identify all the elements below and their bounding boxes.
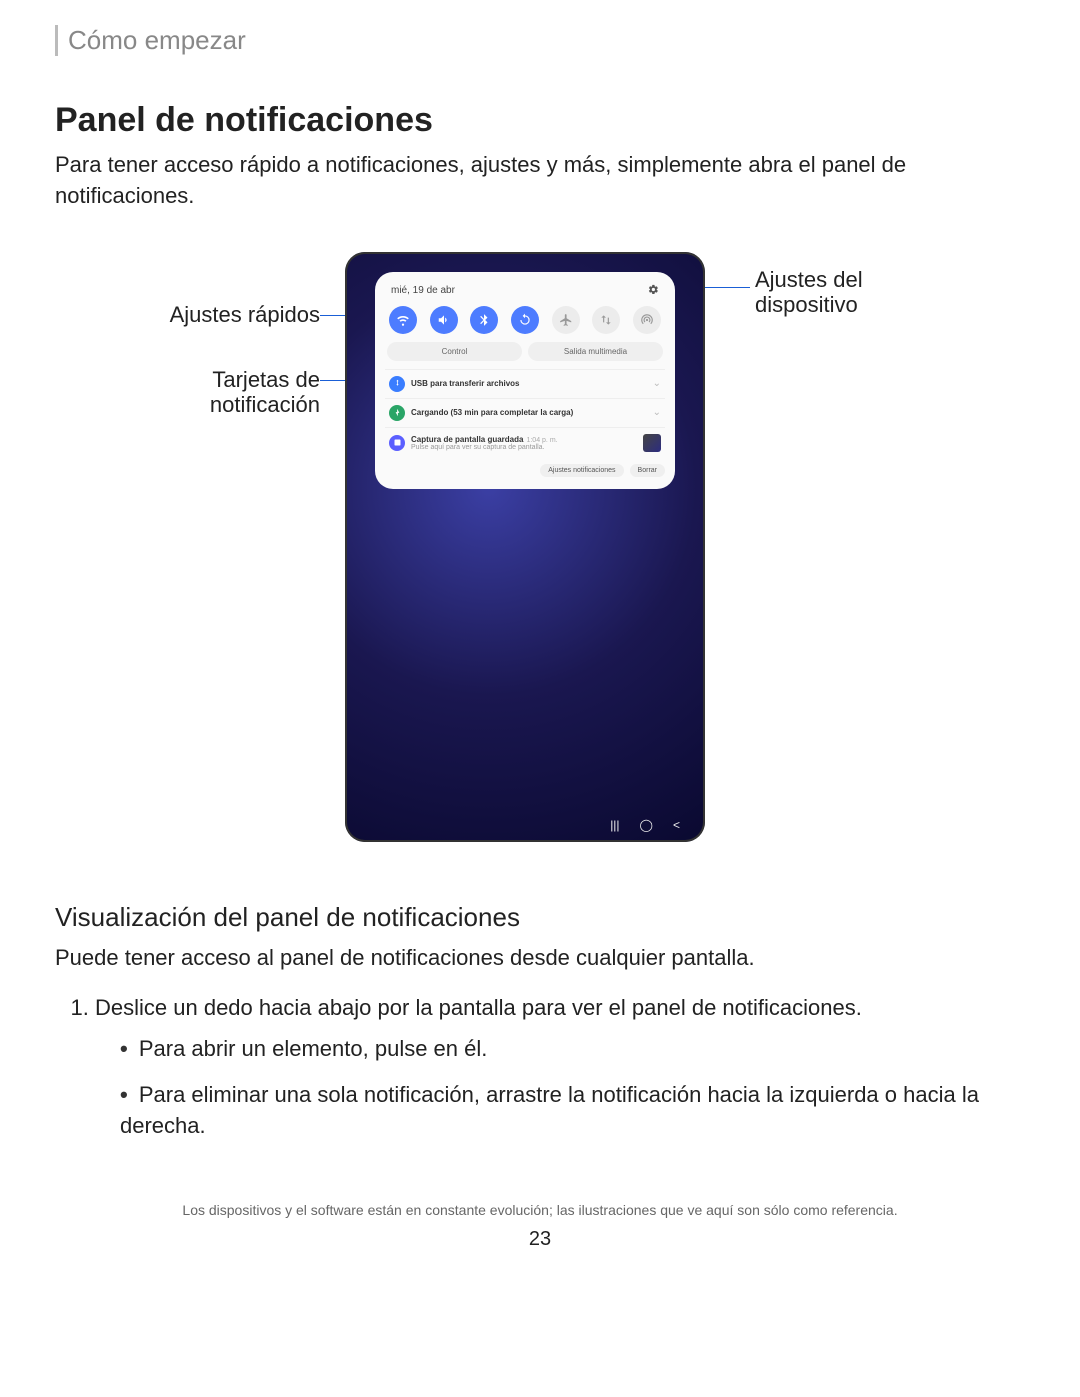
back-icon[interactable]: <: [673, 818, 680, 832]
chevron-down-icon: ⌄: [653, 378, 661, 389]
home-icon[interactable]: ◯: [640, 818, 653, 832]
notif-settings-button[interactable]: Ajustes notificaciones: [540, 464, 623, 477]
android-navbar: ||| ◯ <: [610, 818, 680, 832]
notification-card[interactable]: Cargando (53 min para completar la carga…: [385, 398, 665, 427]
instructions-list: Deslice un dedo hacia abajo por la panta…: [95, 993, 1025, 1141]
label-quick-settings: Ajustes rápidos: [110, 302, 320, 327]
wifi-icon[interactable]: [389, 306, 417, 334]
tablet-mockup: mié, 19 de abr Control Salida multimedia: [345, 252, 705, 842]
list-item: Para eliminar una sola notificación, arr…: [120, 1080, 1025, 1142]
screenshot-thumbnail: [643, 434, 661, 452]
breadcrumb: Cómo empezar: [55, 25, 1025, 56]
notification-panel: mié, 19 de abr Control Salida multimedia: [375, 272, 675, 489]
panel-date: mié, 19 de abr: [391, 285, 455, 296]
footnote: Los dispositivos y el software están en …: [55, 1202, 1025, 1218]
intro-text: Para tener acceso rápido a notificacione…: [55, 150, 1025, 212]
usb-icon: [389, 376, 405, 392]
label-device-settings: Ajustes del dispositivo: [755, 267, 955, 318]
page-title: Panel de notificaciones: [55, 101, 1025, 140]
segment-media[interactable]: Salida multimedia: [528, 342, 663, 361]
chevron-down-icon: ⌄: [653, 407, 661, 418]
segment-control[interactable]: Control: [387, 342, 522, 361]
quick-settings-row: [385, 306, 665, 342]
bluetooth-icon[interactable]: [470, 306, 498, 334]
notif-subtitle: Pulse aquí para ver su captura de pantal…: [411, 444, 637, 451]
body-text: Puede tener acceso al panel de notificac…: [55, 943, 1025, 974]
list-item: Deslice un dedo hacia abajo por la panta…: [95, 993, 1025, 1141]
charge-icon: [389, 405, 405, 421]
clear-button[interactable]: Borrar: [630, 464, 665, 477]
recent-icon[interactable]: |||: [610, 818, 619, 832]
list-item: Para abrir un elemento, pulse en él.: [120, 1034, 1025, 1065]
airplane-icon[interactable]: [552, 306, 580, 334]
notif-title: USB para transferir archivos: [411, 379, 520, 388]
page-number: 23: [55, 1228, 1025, 1251]
segment-row: Control Salida multimedia: [385, 342, 665, 369]
notif-title: Captura de pantalla guardada1:04 p. m.: [411, 435, 558, 444]
rotate-icon[interactable]: [511, 306, 539, 334]
notification-card[interactable]: USB para transferir archivos ⌄: [385, 369, 665, 398]
section-heading: Visualización del panel de notificacione…: [55, 902, 1025, 933]
illustration-area: Ajustes rápidos Tarjetas de notificación…: [55, 252, 1025, 852]
gear-icon[interactable]: [648, 284, 659, 298]
hotspot-icon[interactable]: [633, 306, 661, 334]
notification-card[interactable]: Captura de pantalla guardada1:04 p. m. P…: [385, 427, 665, 458]
notif-title: Cargando (53 min para completar la carga…: [411, 408, 573, 417]
data-icon[interactable]: [592, 306, 620, 334]
screenshot-icon: [389, 435, 405, 451]
sound-icon[interactable]: [430, 306, 458, 334]
label-notification-cards: Tarjetas de notificación: [110, 367, 320, 418]
